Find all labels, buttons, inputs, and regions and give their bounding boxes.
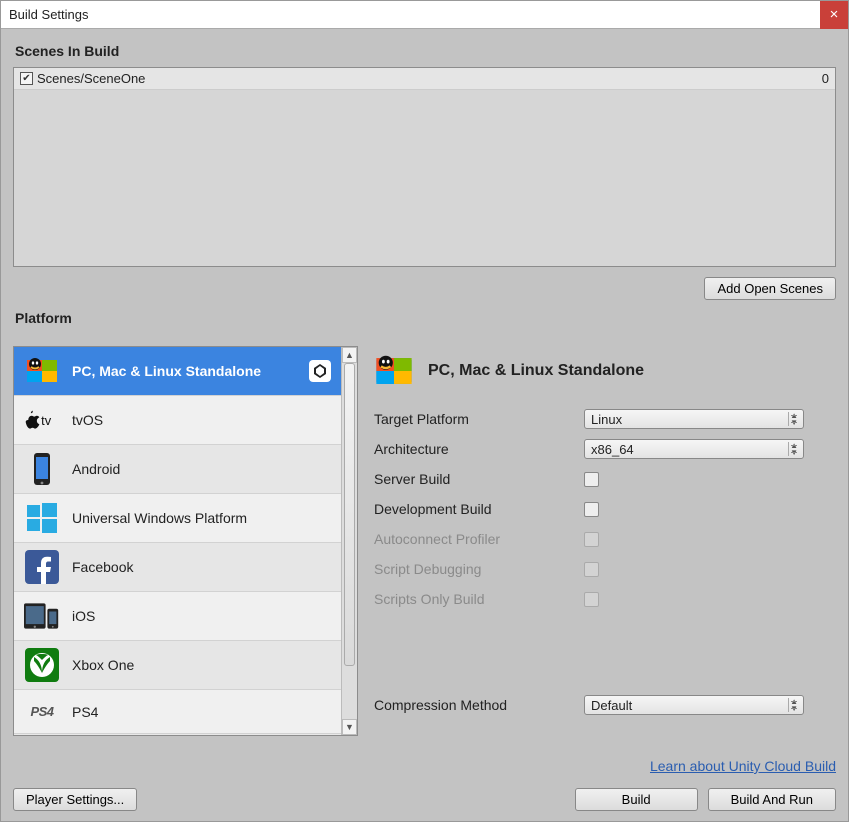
script-debugging-label: Script Debugging bbox=[374, 561, 584, 577]
appletv-icon: tv bbox=[24, 402, 60, 438]
compression-method-select[interactable]: Default ▲▼ bbox=[584, 695, 804, 715]
platform-column: PC, Mac & Linux Standalone tv bbox=[13, 346, 358, 774]
platform-label: tvOS bbox=[72, 412, 331, 428]
lower-area: PC, Mac & Linux Standalone tv bbox=[13, 346, 836, 774]
server-build-row: Server Build bbox=[374, 467, 836, 491]
titlebar: Build Settings × bbox=[1, 1, 848, 29]
platform-label: Xbox One bbox=[72, 657, 331, 673]
development-build-label: Development Build bbox=[374, 501, 584, 517]
standalone-icon bbox=[374, 351, 414, 391]
scene-row[interactable]: ✔ Scenes/SceneOne 0 bbox=[14, 68, 835, 90]
platform-list[interactable]: PC, Mac & Linux Standalone tv bbox=[14, 347, 341, 735]
settings-form: Target Platform Linux ▲▼ Architecture x8… bbox=[374, 407, 836, 717]
server-build-checkbox[interactable] bbox=[584, 472, 599, 487]
svg-text:tv: tv bbox=[41, 413, 52, 428]
scroll-down-button[interactable]: ▼ bbox=[342, 719, 357, 735]
scroll-up-button[interactable]: ▲ bbox=[342, 347, 357, 363]
target-platform-label: Target Platform bbox=[374, 411, 584, 427]
build-button[interactable]: Build bbox=[575, 788, 698, 811]
platform-item-tvos[interactable]: tv tvOS bbox=[14, 396, 341, 445]
platform-item-standalone[interactable]: PC, Mac & Linux Standalone bbox=[14, 347, 341, 396]
settings-title: PC, Mac & Linux Standalone bbox=[428, 362, 644, 380]
scripts-only-build-checkbox bbox=[584, 592, 599, 607]
platform-item-uwp[interactable]: Universal Windows Platform bbox=[14, 494, 341, 543]
platform-label: Facebook bbox=[72, 559, 331, 575]
autoconnect-profiler-label: Autoconnect Profiler bbox=[374, 531, 584, 547]
target-platform-value: Linux bbox=[591, 412, 622, 427]
platform-item-ps4[interactable]: PS4 PS4 bbox=[14, 690, 341, 734]
compression-method-value: Default bbox=[591, 698, 632, 713]
scripts-only-build-row: Scripts Only Build bbox=[374, 587, 836, 611]
cloud-build-link[interactable]: Learn about Unity Cloud Build bbox=[374, 758, 836, 774]
scene-index: 0 bbox=[822, 71, 829, 86]
platform-scrollbar[interactable]: ▲ ▼ bbox=[341, 347, 357, 735]
platform-label: PC, Mac & Linux Standalone bbox=[72, 363, 297, 379]
architecture-select[interactable]: x86_64 ▲▼ bbox=[584, 439, 804, 459]
script-debugging-checkbox bbox=[584, 562, 599, 577]
server-build-label: Server Build bbox=[374, 471, 584, 487]
platform-label: PS4 bbox=[72, 704, 331, 720]
platform-item-xbox[interactable]: Xbox One bbox=[14, 641, 341, 690]
compression-method-label: Compression Method bbox=[374, 697, 584, 713]
platform-item-android[interactable]: Android bbox=[14, 445, 341, 494]
scroll-thumb[interactable] bbox=[344, 363, 355, 666]
compression-method-row: Compression Method Default ▲▼ bbox=[374, 693, 836, 717]
development-build-row: Development Build bbox=[374, 497, 836, 521]
target-platform-row: Target Platform Linux ▲▼ bbox=[374, 407, 836, 431]
architecture-value: x86_64 bbox=[591, 442, 634, 457]
platform-item-ios[interactable]: iOS bbox=[14, 592, 341, 641]
standalone-icon bbox=[24, 353, 60, 389]
xbox-icon bbox=[24, 647, 60, 683]
platform-list-container: PC, Mac & Linux Standalone tv bbox=[13, 346, 358, 736]
scene-checkbox[interactable]: ✔ bbox=[20, 72, 33, 85]
close-icon: × bbox=[830, 6, 839, 23]
architecture-label: Architecture bbox=[374, 441, 584, 457]
ps4-icon: PS4 bbox=[24, 694, 60, 730]
unity-icon bbox=[309, 360, 331, 382]
settings-header: PC, Mac & Linux Standalone bbox=[374, 346, 836, 395]
close-button[interactable]: × bbox=[820, 1, 848, 29]
player-settings-button[interactable]: Player Settings... bbox=[13, 788, 137, 811]
scenes-section-label: Scenes In Build bbox=[15, 43, 834, 59]
android-icon bbox=[24, 451, 60, 487]
ios-icon bbox=[24, 598, 60, 634]
script-debugging-row: Script Debugging bbox=[374, 557, 836, 581]
development-build-checkbox[interactable] bbox=[584, 502, 599, 517]
platform-label: Android bbox=[72, 461, 331, 477]
architecture-row: Architecture x86_64 ▲▼ bbox=[374, 437, 836, 461]
platform-label: Universal Windows Platform bbox=[72, 510, 331, 526]
autoconnect-profiler-row: Autoconnect Profiler bbox=[374, 527, 836, 551]
target-platform-select[interactable]: Linux ▲▼ bbox=[584, 409, 804, 429]
scripts-only-build-label: Scripts Only Build bbox=[374, 591, 584, 607]
platform-label: iOS bbox=[72, 608, 331, 624]
scenes-list[interactable]: ✔ Scenes/SceneOne 0 bbox=[13, 67, 836, 267]
scene-label: Scenes/SceneOne bbox=[37, 71, 145, 86]
bottom-bar: Player Settings... Build Build And Run bbox=[13, 788, 836, 811]
client-area: Scenes In Build ✔ Scenes/SceneOne 0 Add … bbox=[1, 29, 848, 821]
window-title: Build Settings bbox=[9, 7, 89, 22]
platform-section-label: Platform bbox=[15, 310, 834, 326]
build-settings-window: Build Settings × Scenes In Build ✔ Scene… bbox=[0, 0, 849, 822]
platform-item-facebook[interactable]: Facebook bbox=[14, 543, 341, 592]
scroll-track[interactable] bbox=[342, 363, 357, 719]
build-and-run-button[interactable]: Build And Run bbox=[708, 788, 836, 811]
autoconnect-profiler-checkbox bbox=[584, 532, 599, 547]
add-open-scenes-button[interactable]: Add Open Scenes bbox=[704, 277, 836, 300]
settings-column: PC, Mac & Linux Standalone Target Platfo… bbox=[374, 346, 836, 774]
facebook-icon bbox=[24, 549, 60, 585]
windows-icon bbox=[24, 500, 60, 536]
